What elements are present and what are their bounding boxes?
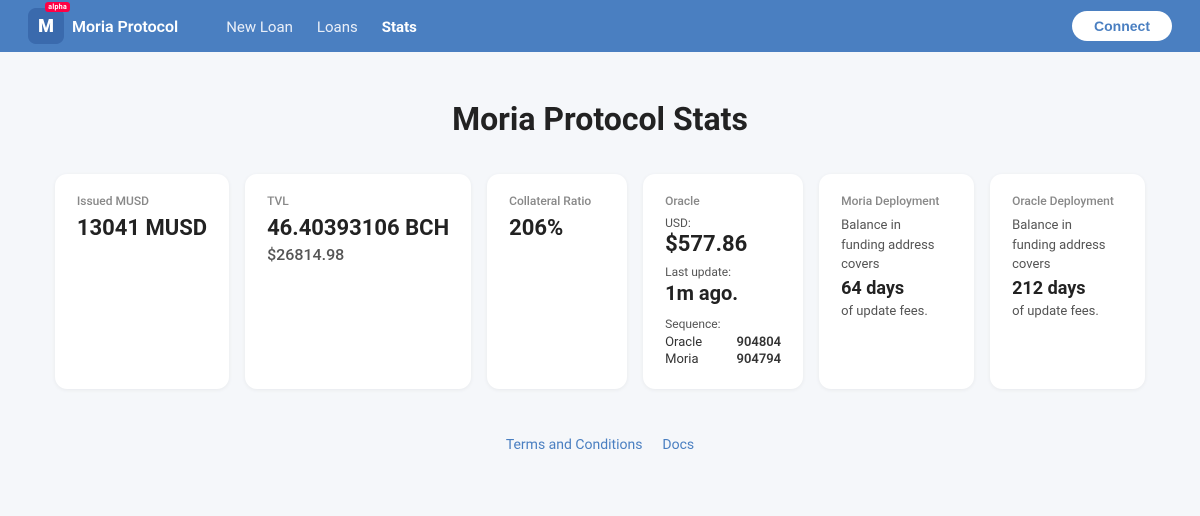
- issued-musd-label: Issued MUSD: [77, 194, 207, 208]
- oracle-deploy-card: Oracle Deployment Balance in funding add…: [990, 174, 1145, 389]
- issued-musd-value: 13041 MUSD: [77, 216, 207, 241]
- oracle-seq-label: Sequence:: [665, 317, 781, 331]
- moria-deploy-body: Balance in funding address covers 64 day…: [841, 216, 952, 321]
- loans-link[interactable]: Loans: [317, 18, 358, 36]
- navbar: alpha M Moria Protocol New Loan Loans St…: [0, 0, 1200, 52]
- issued-musd-card: Issued MUSD 13041 MUSD: [55, 174, 229, 389]
- tvl-sub: $26814.98: [267, 245, 449, 264]
- stats-grid: Issued MUSD 13041 MUSD TVL 46.40393106 B…: [50, 174, 1150, 389]
- footer: Terms and Conditions Docs: [506, 437, 694, 453]
- new-loan-link[interactable]: New Loan: [226, 18, 293, 36]
- collateral-card: Collateral Ratio 206%: [487, 174, 627, 389]
- oracle-deploy-days: 212 days: [1012, 275, 1123, 302]
- oracle-seq-moria-val: 904794: [737, 352, 782, 367]
- nav-item-new-loan[interactable]: New Loan: [226, 17, 293, 36]
- nav-item-loans[interactable]: Loans: [317, 17, 358, 36]
- oracle-update-label: Last update:: [665, 265, 781, 279]
- collateral-value: 206%: [509, 216, 605, 241]
- main-content: Moria Protocol Stats Issued MUSD 13041 M…: [0, 52, 1200, 485]
- oracle-seq-oracle-val: 904804: [737, 335, 782, 350]
- oracle-usd-value: $577.86: [665, 232, 781, 257]
- oracle-update-value: 1m ago.: [665, 281, 781, 305]
- connect-button[interactable]: Connect: [1072, 11, 1172, 41]
- oracle-deploy-label: Oracle Deployment: [1012, 194, 1123, 208]
- nav-item-stats[interactable]: Stats: [382, 17, 417, 36]
- stats-link[interactable]: Stats: [382, 18, 417, 36]
- tvl-label: TVL: [267, 194, 449, 208]
- alpha-badge: alpha: [45, 2, 70, 12]
- tvl-value: 46.40393106 BCH: [267, 216, 449, 241]
- moria-deploy-label: Moria Deployment: [841, 194, 952, 208]
- logo[interactable]: alpha M Moria Protocol: [28, 8, 178, 44]
- oracle-card: Oracle USD: $577.86 Last update: 1m ago.…: [643, 174, 803, 389]
- collateral-label: Collateral Ratio: [509, 194, 605, 208]
- oracle-seq-moria-key: Moria: [665, 352, 698, 367]
- moria-deploy-days: 64 days: [841, 275, 952, 302]
- logo-text: Moria Protocol: [72, 17, 178, 36]
- logo-icon: alpha M: [28, 8, 64, 44]
- docs-link[interactable]: Docs: [662, 437, 694, 453]
- oracle-seq-oracle-key: Oracle: [665, 335, 702, 350]
- oracle-label: Oracle: [665, 194, 781, 208]
- oracle-usd-label: USD:: [665, 216, 781, 230]
- tvl-card: TVL 46.40393106 BCH $26814.98: [245, 174, 471, 389]
- oracle-seq-moria-row: Moria 904794: [665, 352, 781, 367]
- nav-links: New Loan Loans Stats: [226, 17, 417, 36]
- terms-link[interactable]: Terms and Conditions: [506, 437, 643, 453]
- moria-deploy-card: Moria Deployment Balance in funding addr…: [819, 174, 974, 389]
- oracle-deploy-body: Balance in funding address covers 212 da…: [1012, 216, 1123, 321]
- oracle-seq-oracle-row: Oracle 904804: [665, 335, 781, 350]
- page-title: Moria Protocol Stats: [452, 100, 748, 138]
